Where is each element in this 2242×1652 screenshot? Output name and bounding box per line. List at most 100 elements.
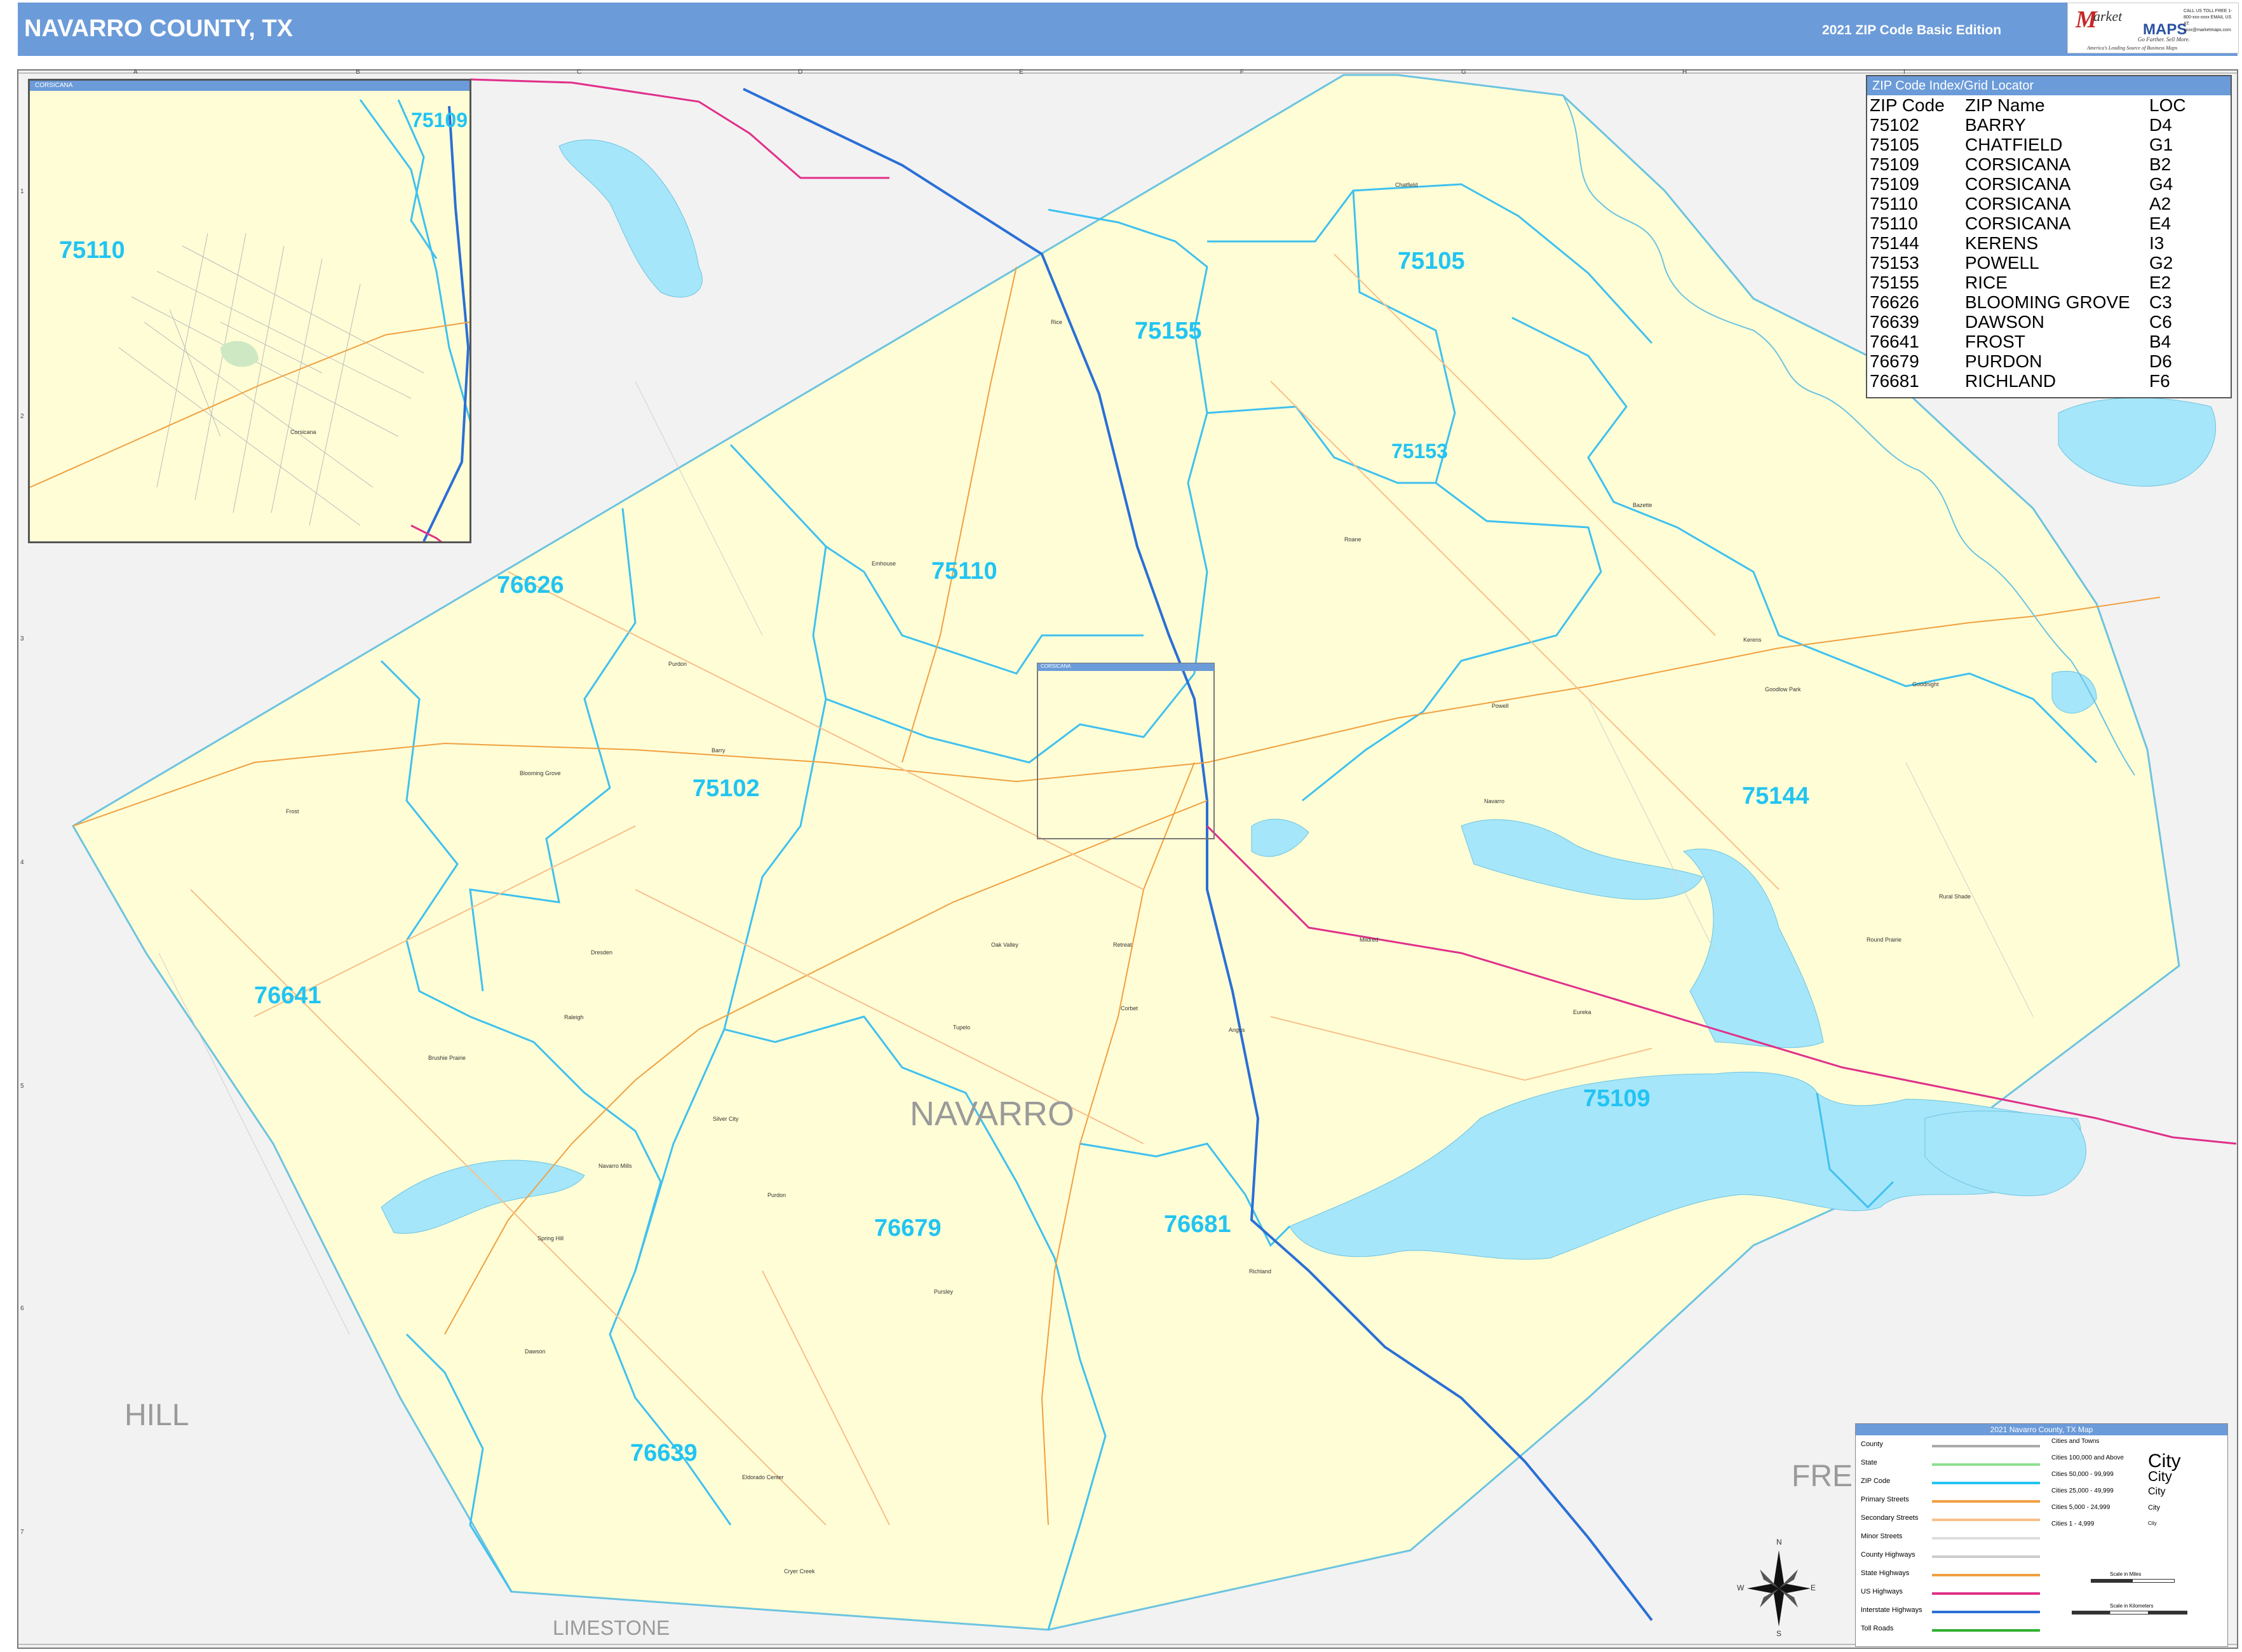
grid-loc-cell: E4 <box>2149 213 2171 233</box>
zip-code-cell: 76681 <box>1870 371 1919 391</box>
place-label: Rural Shade <box>1939 893 1971 900</box>
grid-col-label: B <box>356 69 360 76</box>
place-label: Goodlow Park <box>1765 686 1801 693</box>
zip-index-row: 76641 FROST B4 <box>1870 332 2219 351</box>
grid-col-label: H <box>1682 69 1687 76</box>
corsicana-inset-map[interactable]: CORSICANA 75109 75110 Corsicana <box>28 79 471 543</box>
zip-name-cell: DAWSON <box>1965 312 2044 332</box>
place-label: Chatfield <box>1395 182 1418 188</box>
inset-graphics <box>30 99 469 541</box>
zip-label: 76641 <box>254 982 321 1009</box>
place-label: Corbet <box>1121 1005 1138 1012</box>
legend-item-swatch <box>1932 1519 2040 1521</box>
zip-name-cell: BLOOMING GROVE <box>1965 292 2130 312</box>
grid-loc-cell: C6 <box>2149 312 2172 332</box>
legend-item-swatch <box>1932 1629 2040 1632</box>
grid-row-label: 5 <box>20 1083 24 1090</box>
zip-code-cell: 76639 <box>1870 312 1919 332</box>
zip-code-cell: 75155 <box>1870 273 1919 292</box>
zip-name-cell: RICE <box>1965 273 2008 292</box>
zip-code-cell: 75109 <box>1870 174 1919 194</box>
compass-rose: N S E W <box>1737 1538 1817 1639</box>
zip-code-cell: 76626 <box>1870 292 1919 312</box>
legend-scale-km: Scale in Kilometers <box>2110 1603 2154 1609</box>
zip-code-cell: 75110 <box>1870 213 1918 233</box>
compass-n: N <box>1776 1538 1782 1547</box>
zip-name-cell: PURDON <box>1965 351 2043 371</box>
zip-code-cell: 75105 <box>1870 135 1919 154</box>
legend-item-swatch <box>1932 1445 2040 1447</box>
legend-item-swatch <box>1932 1574 2040 1576</box>
legend-item-swatch <box>1932 1482 2040 1484</box>
grid-loc-cell: B4 <box>2149 332 2171 351</box>
grid-loc-cell: G2 <box>2149 253 2173 273</box>
zip-name-cell: POWELL <box>1965 253 2039 273</box>
zip-label: 75102 <box>692 775 760 802</box>
zip-label: 75110 <box>931 558 997 585</box>
zip-code-cell: 75109 <box>1870 154 1919 174</box>
zip-index-row: 76639 DAWSON C6 <box>1870 312 2219 332</box>
zip-label: 76626 <box>497 572 564 599</box>
col-header-name: ZIP Name <box>1965 95 2045 115</box>
legend-scale-bar-miles <box>2091 1579 2175 1583</box>
legend-city-sample: City <box>2148 1468 2172 1484</box>
zip-code-cell: 76679 <box>1870 351 1919 371</box>
zip-index-row: 76681 RICHLAND F6 <box>1870 371 2219 391</box>
legend-city-class: Cities 25,000 - 49,999 <box>2051 1487 2114 1494</box>
grid-loc-cell: B2 <box>2149 154 2171 174</box>
place-label: Navarro <box>1484 798 1505 804</box>
place-label: Emhouse <box>872 560 896 567</box>
place-label: Navarro Mills <box>598 1163 632 1169</box>
legend-item-label: State <box>1861 1459 1877 1466</box>
place-label: Spring Hill <box>537 1235 564 1242</box>
zip-index-grid: ZIP Code ZIP Name LOC 75102 BARRY D4 75105 C… <box>1870 95 2219 391</box>
zip-code-cell: 75110 <box>1870 194 1918 213</box>
place-label: Dawson <box>525 1348 546 1355</box>
grid-row-label: 1 <box>20 188 24 195</box>
compass-s: S <box>1776 1629 1782 1638</box>
grid-row-label: 2 <box>20 413 24 420</box>
grid-row-label: 3 <box>20 635 24 642</box>
legend-city-sample: City <box>2148 1520 2157 1526</box>
legend-item-label: County Highways <box>1861 1551 1915 1559</box>
zip-index-row: 75110 CORSICANA E4 <box>1870 213 2219 233</box>
zip-label: 76639 <box>630 1440 698 1466</box>
zip-name-cell: KERENS <box>1965 233 2039 253</box>
place-label: Brushie Prairie <box>428 1055 466 1061</box>
zip-label: 75105 <box>1398 248 1465 274</box>
county-label-navarro: NAVARRO <box>910 1095 1075 1133</box>
inset-zip-label: 75109 <box>411 109 468 132</box>
legend-item-swatch <box>1932 1592 2040 1595</box>
legend-item-label: Secondary Streets <box>1861 1514 1919 1522</box>
legend-item-label: Primary Streets <box>1861 1496 1909 1503</box>
zip-name-cell: CORSICANA <box>1965 154 2071 174</box>
place-label: Angus <box>1229 1027 1245 1033</box>
zip-label: 75109 <box>1583 1085 1651 1112</box>
zip-code-cell: 75102 <box>1870 115 1919 135</box>
zip-index-row: 75102 BARRY D4 <box>1870 115 2219 135</box>
legend-item-label: County <box>1861 1440 1883 1448</box>
grid-col-label: G <box>1461 69 1466 76</box>
place-label: Dresden <box>591 949 613 956</box>
zip-label: 76681 <box>1164 1211 1231 1238</box>
place-label: Cryer Creek <box>784 1568 815 1574</box>
grid-loc-cell: E2 <box>2149 273 2171 292</box>
place-label: Retreat <box>1113 942 1132 948</box>
legend-item-label: Minor Streets <box>1861 1533 1903 1540</box>
zip-index-table: ZIP Code Index/Grid Locator ZIP Code ZIP… <box>1866 75 2232 398</box>
place-label: Raleigh <box>564 1014 584 1020</box>
col-header-loc: LOC <box>2149 95 2186 115</box>
zip-name-cell: CHATFIELD <box>1965 135 2063 154</box>
zip-name-cell: FROST <box>1965 332 2025 351</box>
place-label: Purdon <box>767 1192 787 1198</box>
legend-title: 2021 Navarro County, TX Map <box>1856 1424 2227 1435</box>
grid-row-label: 6 <box>20 1305 24 1312</box>
grid-row-label: 4 <box>20 859 24 866</box>
legend-city-class: Cities 100,000 and Above <box>2051 1454 2124 1461</box>
zip-label: 76679 <box>874 1215 942 1242</box>
zip-code-cell: 75153 <box>1870 253 1919 273</box>
zip-index-header-row: ZIP Code ZIP Name LOC <box>1870 95 2219 115</box>
place-label: Powell <box>1492 703 1509 709</box>
grid-loc-cell: I3 <box>2149 233 2164 253</box>
place-label: Oak Valley <box>991 942 1018 948</box>
